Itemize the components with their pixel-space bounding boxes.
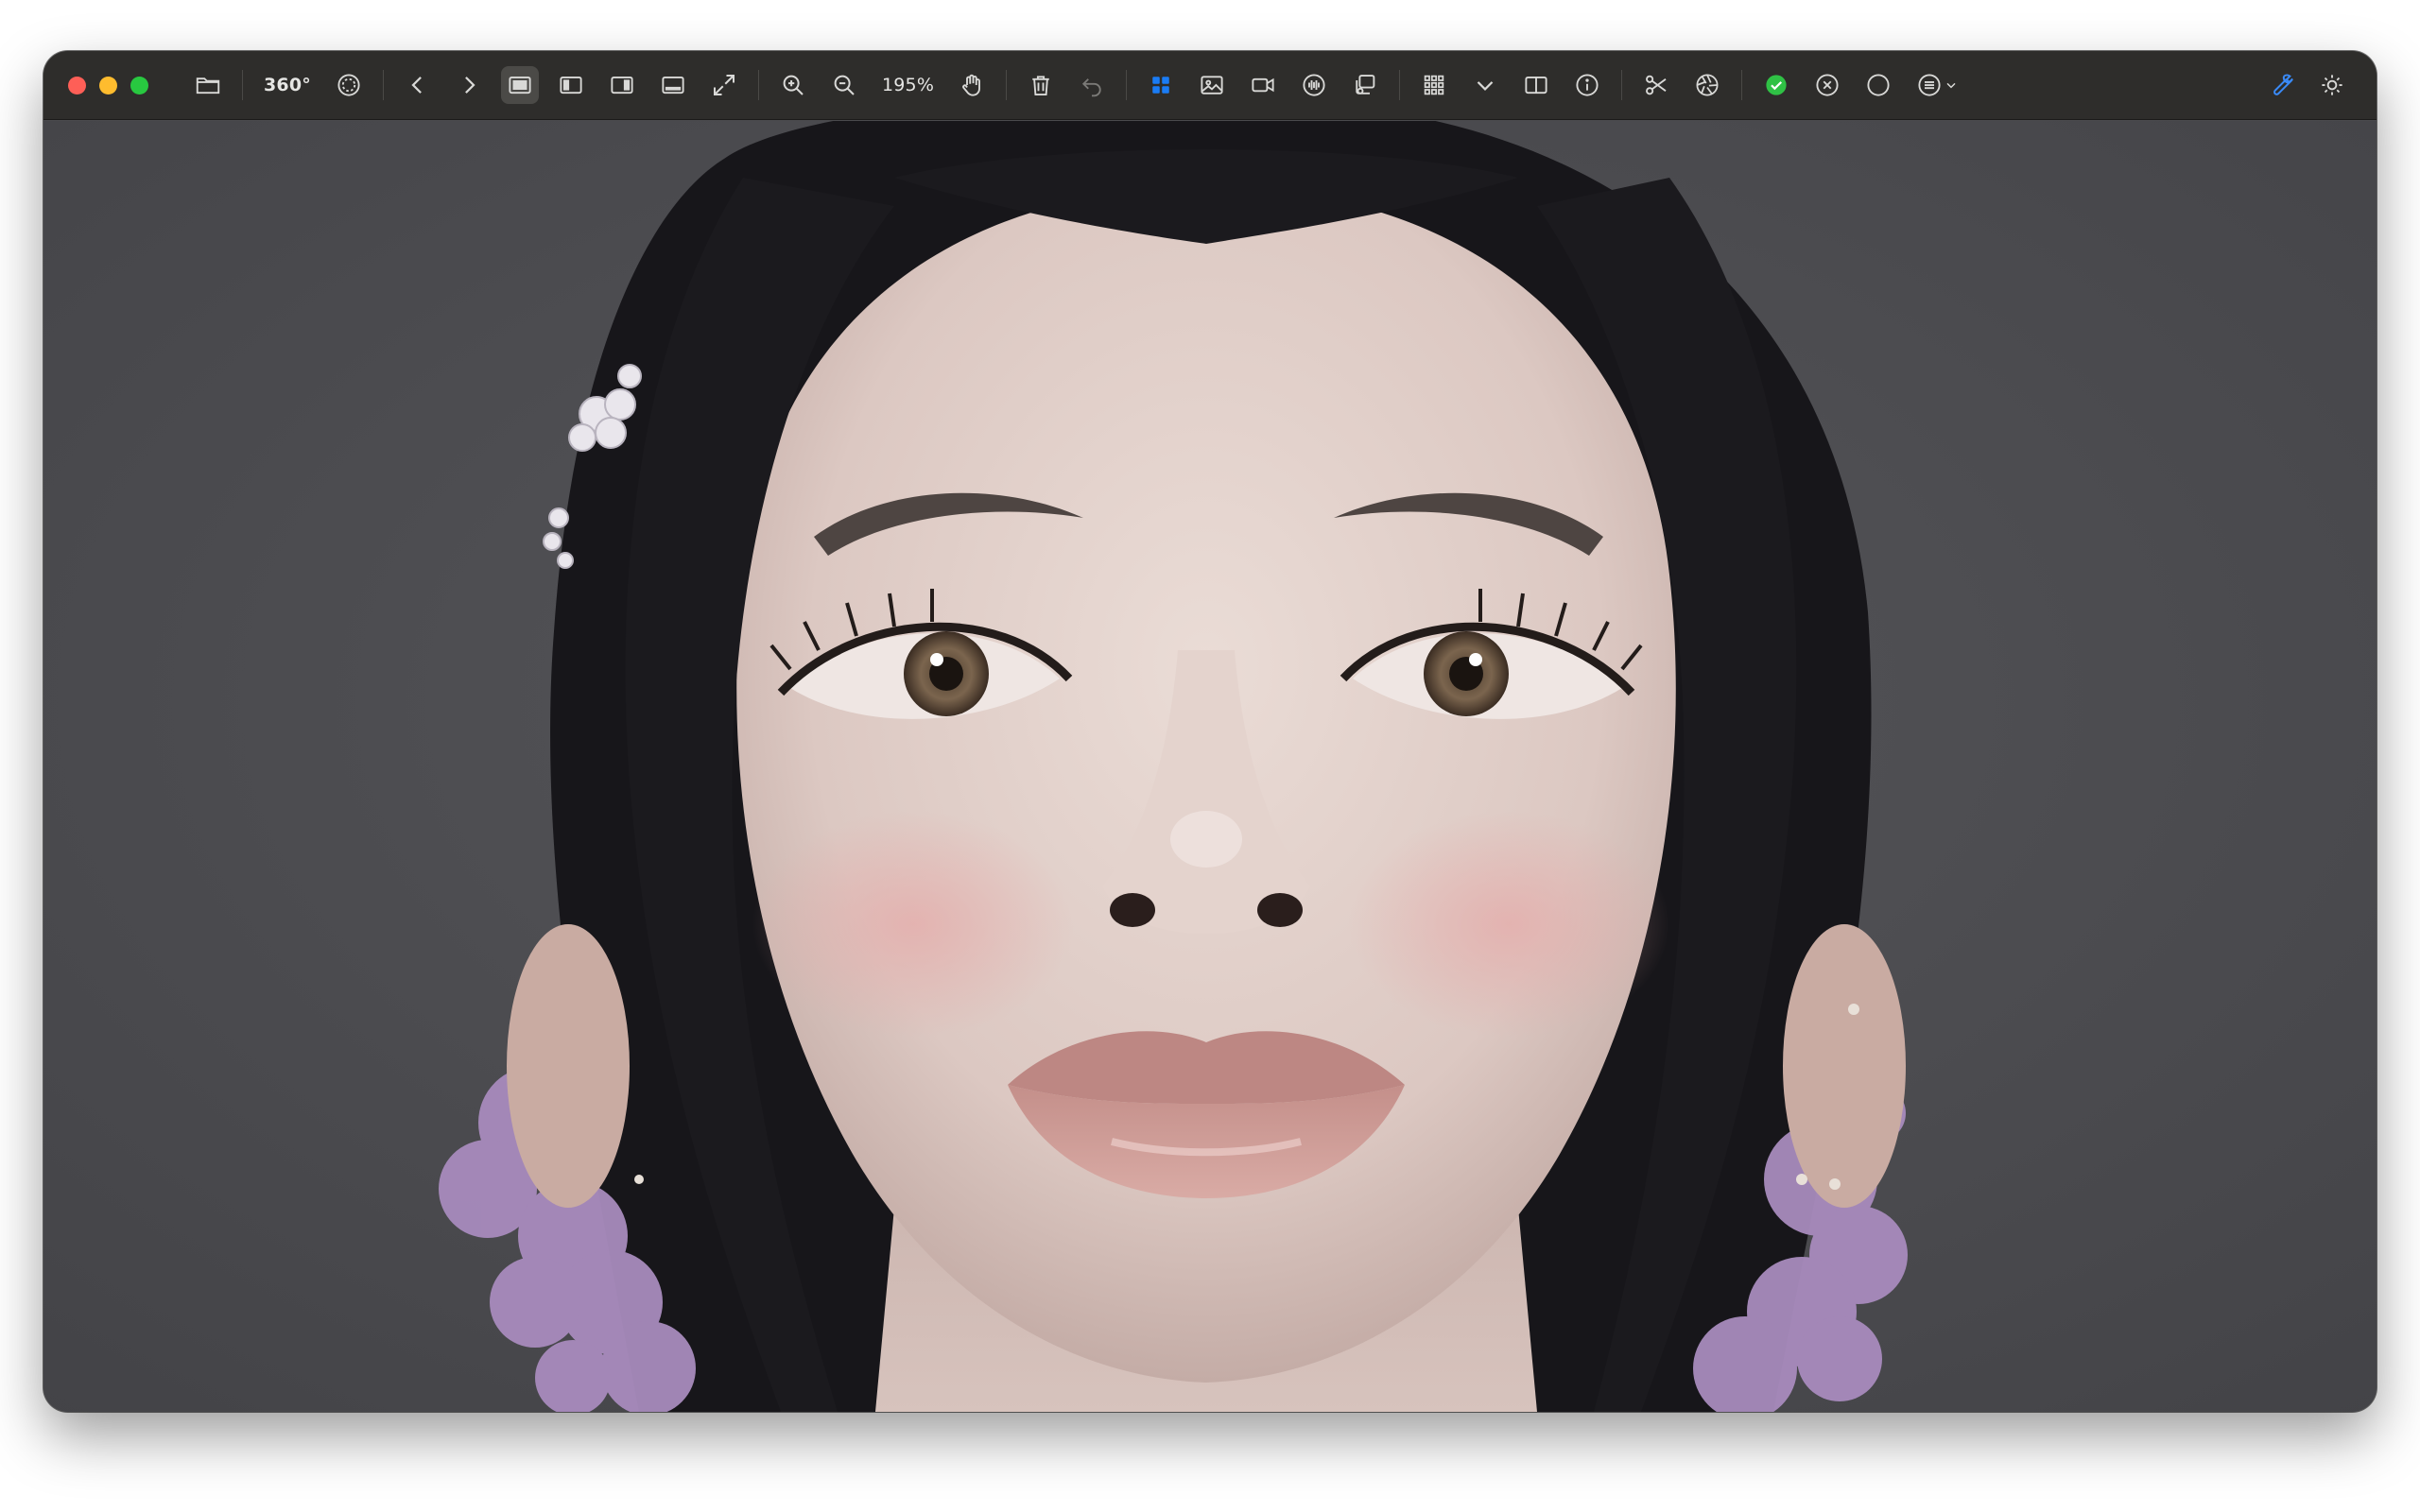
single-view-button[interactable]: [500, 66, 539, 104]
list-circle-icon: [1918, 74, 1941, 96]
zoom-out-button[interactable]: [825, 66, 863, 104]
expand-arrows-icon: [713, 75, 735, 95]
stack-copy-icon: [1356, 75, 1375, 94]
minimize-window-button[interactable]: [99, 76, 117, 94]
pan-tool-button[interactable]: [953, 66, 991, 104]
waveform-circle-icon: [1303, 74, 1325, 96]
split-view-icon: [1525, 76, 1547, 94]
zoom-window-button[interactable]: [130, 76, 148, 94]
zoom-in-icon: [783, 75, 804, 95]
video-filter-button[interactable]: [1244, 66, 1282, 104]
rotation-label: 360°: [264, 75, 311, 95]
toolbar: 360° 195%: [43, 51, 2377, 120]
sort-menu-button[interactable]: [1910, 66, 1963, 104]
toolbar-separator: [1126, 70, 1128, 100]
grid-options-dropdown[interactable]: [1466, 66, 1504, 104]
chevron-down-small-icon: [1946, 82, 1956, 89]
nine-dot-grid-icon: [1424, 75, 1444, 95]
image-canvas[interactable]: [43, 121, 2377, 1412]
toolbar-separator: [757, 70, 759, 100]
window-controls: [68, 76, 148, 94]
folder-icon: [196, 77, 220, 94]
mark-button[interactable]: [1859, 66, 1897, 104]
delete-button[interactable]: [1022, 66, 1060, 104]
sun-icon: [2322, 75, 2342, 95]
info-button[interactable]: [1568, 66, 1606, 104]
face-detect-button[interactable]: [330, 66, 368, 104]
compare-view-button[interactable]: [1517, 66, 1555, 104]
zoom-level[interactable]: 195%: [876, 66, 940, 104]
toolbar-separator: [1741, 70, 1743, 100]
fullscreen-button[interactable]: [705, 66, 743, 104]
toolbar-separator: [242, 70, 243, 100]
browse-mode-button[interactable]: [1142, 66, 1180, 104]
open-folder-button[interactable]: [189, 66, 227, 104]
approve-button[interactable]: [1757, 66, 1795, 104]
scissors-icon: [1646, 75, 1667, 95]
wrench-icon: [2273, 74, 2293, 95]
video-camera-icon: [1252, 77, 1274, 93]
toolbar-right-group: [2256, 66, 2358, 104]
next-image-button[interactable]: [450, 66, 488, 104]
filmstrip-button[interactable]: [654, 66, 692, 104]
info-icon: [1576, 74, 1599, 96]
hand-icon: [962, 74, 981, 96]
aperture-icon: [1696, 74, 1719, 96]
thumbnail-grid-button[interactable]: [1415, 66, 1453, 104]
undo-button[interactable]: [1073, 66, 1111, 104]
undo-arrow-icon: [1082, 78, 1101, 97]
left-sidebar-button[interactable]: [552, 66, 590, 104]
sidebar-right-icon: [611, 76, 633, 94]
x-circle-icon: [1816, 74, 1839, 96]
chevron-down-icon: [1477, 81, 1494, 91]
slideshow-button[interactable]: [1346, 66, 1384, 104]
chevron-left-icon: [411, 77, 422, 94]
bottom-panel-icon: [662, 76, 684, 94]
rotate-360-button[interactable]: 360°: [258, 66, 317, 104]
zoom-out-icon: [834, 75, 855, 95]
image-filter-button[interactable]: [1193, 66, 1231, 104]
appearance-button[interactable]: [2313, 66, 2351, 104]
photo-icon: [1201, 76, 1223, 94]
chevron-right-icon: [465, 77, 475, 94]
smiley-circle-icon: [337, 74, 360, 96]
crop-cut-button[interactable]: [1637, 66, 1675, 104]
zoom-in-button[interactable]: [774, 66, 812, 104]
toolbar-separator: [1006, 70, 1008, 100]
sidebar-left-icon: [560, 76, 582, 94]
trash-icon: [1032, 76, 1049, 95]
empty-circle-icon: [1867, 74, 1890, 96]
settings-wrench-button[interactable]: [2262, 66, 2300, 104]
zoom-level-value: 195%: [881, 75, 935, 95]
toolbar-separator: [1621, 70, 1623, 100]
single-pane-icon: [509, 76, 531, 94]
image-viewer-window: 360° 195%: [43, 51, 2377, 1412]
grid-four-squares-icon: [1152, 77, 1169, 94]
close-window-button[interactable]: [68, 76, 86, 94]
toolbar-separator: [382, 70, 384, 100]
previous-image-button[interactable]: [399, 66, 437, 104]
reject-button[interactable]: [1808, 66, 1846, 104]
edit-tools-button[interactable]: [1688, 66, 1726, 104]
toolbar-separator: [1399, 70, 1401, 100]
audio-filter-button[interactable]: [1295, 66, 1333, 104]
right-sidebar-button[interactable]: [603, 66, 641, 104]
check-circle-icon: [1766, 75, 1787, 95]
portrait-photo: [43, 121, 2377, 1412]
